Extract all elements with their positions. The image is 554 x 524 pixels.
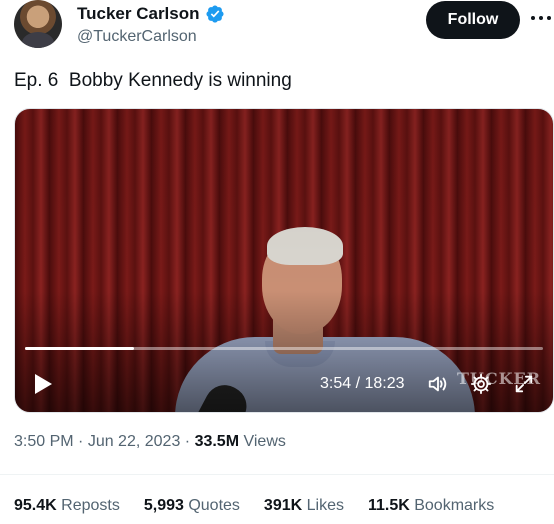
author-handle[interactable]: @TuckerCarlson bbox=[77, 28, 197, 46]
views-label: Views bbox=[239, 433, 286, 450]
volume-icon[interactable] bbox=[427, 373, 449, 395]
video-time-separator: / bbox=[351, 375, 365, 392]
reposts-stat[interactable]: 95.4K Reposts bbox=[14, 497, 120, 515]
meta-separator: · bbox=[73, 433, 88, 450]
tweet-time[interactable]: 3:50 PM bbox=[14, 433, 74, 450]
follow-button[interactable]: Follow bbox=[426, 1, 520, 39]
video-time: 3:54 / 18:23 bbox=[320, 375, 405, 393]
divider bbox=[0, 474, 554, 475]
likes-count: 391K bbox=[263, 497, 303, 514]
views-count: 33.5M bbox=[194, 433, 240, 450]
quotes-stat[interactable]: 5,993 Quotes bbox=[144, 497, 240, 515]
tweet-meta: 3:50 PM · Jun 22, 2023 · 33.5M Views bbox=[14, 433, 286, 451]
video-progress-bar[interactable] bbox=[25, 347, 543, 350]
quotes-count: 5,993 bbox=[143, 497, 184, 514]
avatar-shirt bbox=[22, 32, 54, 48]
author-name-row: Tucker Carlson bbox=[77, 4, 225, 24]
reposts-label: Reposts bbox=[56, 497, 120, 514]
play-icon[interactable] bbox=[33, 373, 53, 395]
bookmarks-label: Bookmarks bbox=[409, 497, 495, 514]
video-current-time: 3:54 bbox=[320, 375, 352, 392]
likes-stat[interactable]: 391K Likes bbox=[264, 497, 344, 515]
reposts-count: 95.4K bbox=[14, 497, 57, 514]
engagement-stats: 95.4K Reposts 5,993 Quotes 391K Likes 11… bbox=[14, 497, 494, 515]
bookmarks-stat[interactable]: 11.5K Bookmarks bbox=[368, 497, 494, 515]
fullscreen-icon[interactable] bbox=[513, 373, 535, 395]
bookmarks-count: 11.5K bbox=[367, 497, 410, 514]
quotes-label: Quotes bbox=[183, 497, 240, 514]
video-progress-fill bbox=[25, 347, 134, 350]
video-gradient-overlay bbox=[15, 109, 553, 412]
tweet-date[interactable]: Jun 22, 2023 bbox=[88, 433, 181, 450]
video-player[interactable]: 3:54 / 18:23 TUCKER bbox=[14, 108, 554, 413]
author-avatar[interactable] bbox=[14, 0, 62, 48]
gear-icon[interactable] bbox=[470, 373, 492, 395]
tweet-text: Ep. 6 Bobby Kennedy is winning bbox=[14, 70, 292, 91]
likes-label: Likes bbox=[302, 497, 344, 514]
verified-badge-icon bbox=[205, 5, 224, 23]
meta-separator-2: · bbox=[180, 433, 195, 450]
more-horizontal-icon[interactable] bbox=[531, 14, 551, 22]
video-duration: 18:23 bbox=[364, 375, 405, 392]
author-name[interactable]: Tucker Carlson bbox=[77, 4, 200, 24]
